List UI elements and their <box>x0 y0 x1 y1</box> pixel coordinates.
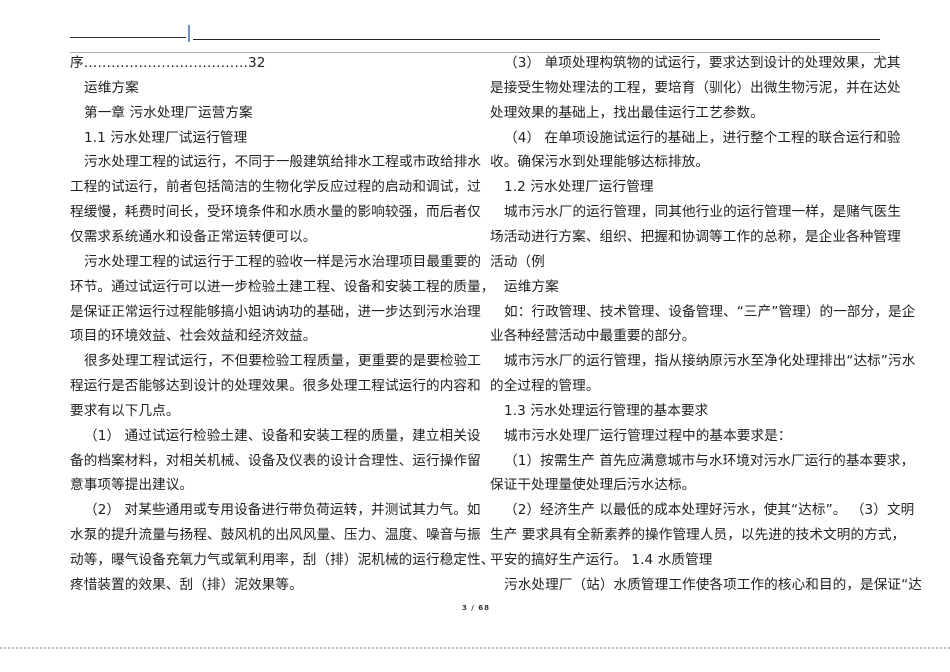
text-line: 1.3 污水处理运行管理的基本要求 <box>504 402 709 419</box>
text-line: 的全过程的管理。 <box>490 378 600 395</box>
text-line: 要求有以下几点。 <box>70 402 180 419</box>
text-line: 1.1 污水处理厂试运行管理 <box>84 129 248 146</box>
text-line: 动等，曝气设备充氧力气或氧利用率，刮（排）泥机械的运行稳定性、 <box>70 552 495 568</box>
text-line: 第一章 污水处理厂运营方案 <box>84 104 253 121</box>
text-line: 水泵的提升流量与扬程、鼓风机的出风风量、压力、温度、噪音与振 <box>70 527 481 544</box>
text-line: 运维方案 <box>504 278 559 295</box>
text-line: 程运行是否能够达到设计的处理效果。很多处理工程试运行的内容和 <box>70 378 481 395</box>
page-number: 3 / 68 <box>462 604 491 612</box>
text-line: 处理效果的基础上，找出最佳运行工艺参数。 <box>490 104 764 121</box>
text-line: 运维方案 <box>84 79 139 96</box>
text-line: （4） 在单项设施试运行的基础上，进行整个工程的联合运行和验 <box>504 129 901 146</box>
text-line: 生产 要求具有全新素养的操作管理人员，以先进的技术文明的方式， <box>490 527 906 544</box>
text-line: 环节。通过试运行可以进一步检验土建工程、设备和安装工程的质量， <box>70 278 495 295</box>
text-line: 如：行政管理、技术管理、设备管理、“三产”管理）的一部分，是企 <box>504 303 916 320</box>
text-line: 城市污水处理厂运行管理过程中的基本要求是： <box>504 427 792 444</box>
text-line: 疼惜装置的效果、刮（排）泥效果等。 <box>70 576 303 593</box>
text-line: （2） 对某些通用或专用设备进行带负荷运转，并测试其力气。如 <box>84 502 481 519</box>
header-rule-right <box>193 39 880 40</box>
text-line: 是保证正常运行过程能够搞小姐讷讷功的基础，进一步达到污水治理 <box>70 303 481 320</box>
text-line: （1） 通过试运行检验土建、设备和安装工程的质量，建立相关设 <box>84 427 481 444</box>
text-line: 备的档案材料，对相关机械、设备及仪表的设计合理性、运行操作留 <box>70 452 481 469</box>
text-line: 工程的试运行，前者包括简洁的生物化学反应过程的启动和调试，过 <box>70 179 481 196</box>
text-line: 保证干处理量使处理后污水达标。 <box>490 477 696 494</box>
text-line: 污水处理工程的试运行，不同于一般建筑给排水工程或市政给排水 <box>84 154 482 171</box>
page-break-divider <box>0 647 950 649</box>
text-line: 活动（例 <box>490 253 545 270</box>
text-line: 仅需求系统通水和设备正常运转便可以。 <box>70 228 317 245</box>
header-rule-left <box>70 37 186 38</box>
text-cursor <box>188 25 190 42</box>
text-line: 程缓慢，耗费时间长，受环境条件和水质水量的影响较强，而后者仅 <box>70 204 481 221</box>
text-line: 城市污水厂的运行管理，同其他行业的运行管理一样，是赌气医生 <box>504 204 902 221</box>
text-line: 业各种经营活动中最重要的部分。 <box>490 328 696 345</box>
text-line: 1.2 污水处理厂运行管理 <box>504 179 654 196</box>
text-line: 序………………………………32 <box>70 55 266 71</box>
text-line: 平安的搞好生产运行。 1.4 水质管理 <box>490 552 713 568</box>
text-line: （3） 单项处理构筑物的试运行，要求达到设计的处理效果，尤其 <box>504 55 901 71</box>
text-line: 场活动进行方案、组织、把握和协调等工作的总称，是企业各种管理 <box>490 228 901 245</box>
text-line: （2）经济生产 以最低的成本处理好污水，使其“达标”。 （3）文明 <box>504 502 915 519</box>
text-line: 是接受生物处理法的工程，要培育（驯化）出微生物污泥，并在达处 <box>490 79 901 96</box>
text-line: 污水处理厂（站）水质管理工作使各项工作的核心和目的，是保证“达 <box>504 576 922 593</box>
text-line: 收。确保污水到处理能够达标排放。 <box>490 154 710 171</box>
text-line: （1）按需生产 首先应满意城市与水环境对污水厂运行的基本要求， <box>504 452 915 469</box>
text-line: 很多处理工程试运行，不但要检验工程质量，更重要的是要检验工 <box>84 353 482 370</box>
text-line: 意事项等提出建议。 <box>70 477 194 494</box>
text-line: 项目的环境效益、社会效益和经济效益。 <box>70 328 317 345</box>
text-line: 城市污水厂的运行管理，指从接纳原污水至净化处理排出“达标”污水 <box>504 353 916 370</box>
text-line: 污水处理工程的试运行于工程的验收一样是污水治理项目最重要的 <box>84 253 482 270</box>
